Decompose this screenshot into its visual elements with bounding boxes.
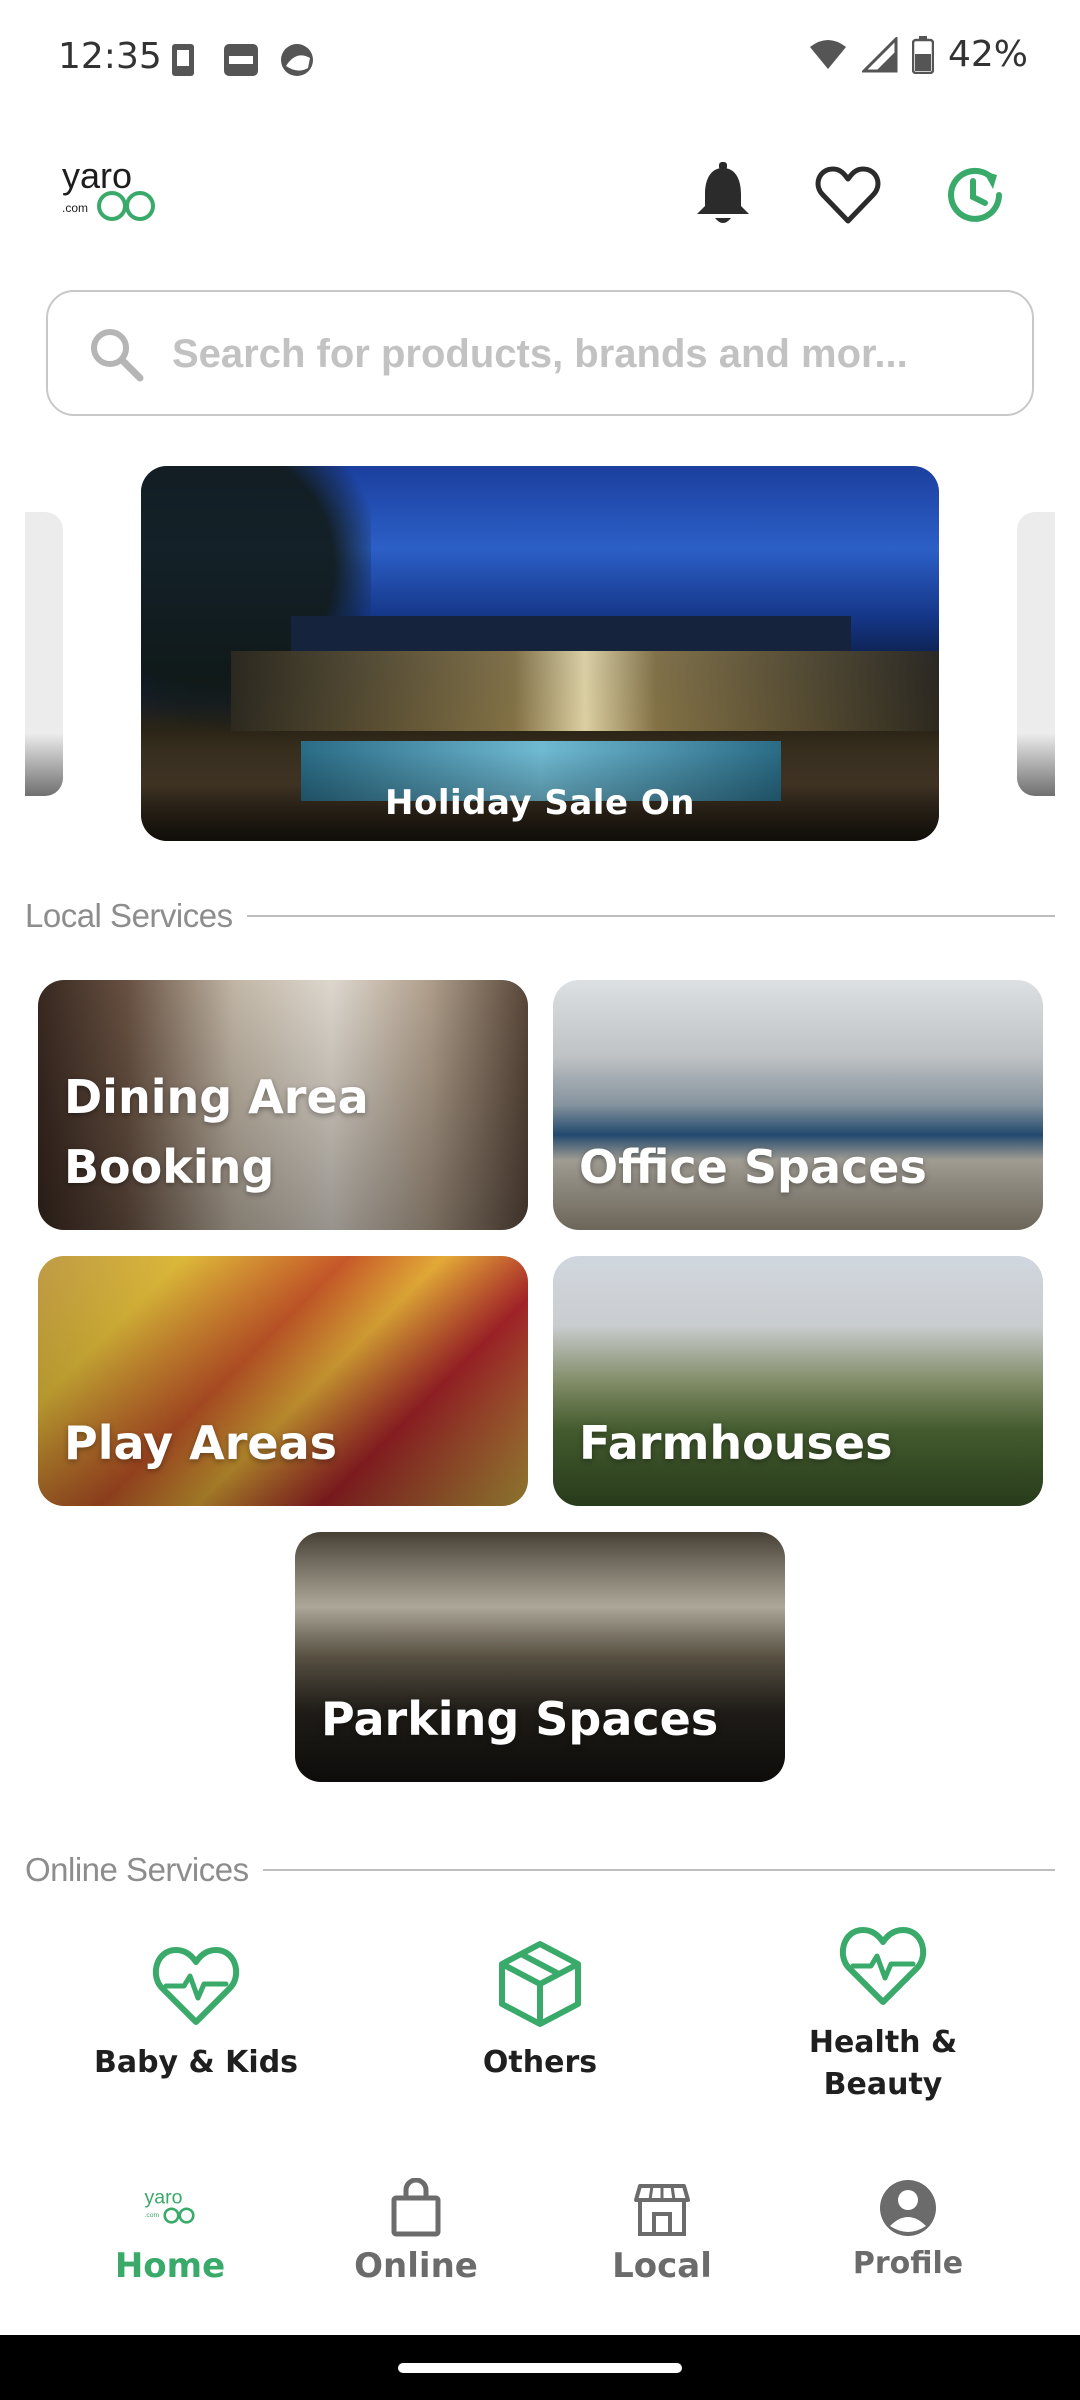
package-icon	[499, 1941, 581, 2027]
online-item-others[interactable]: Others	[390, 1936, 690, 2084]
photos-icon	[281, 44, 313, 76]
online-item-label: Health & Beauty	[808, 2025, 958, 2102]
online-item-label: Others	[482, 2045, 598, 2080]
banner-caption: Holiday Sale On	[385, 783, 695, 823]
online-services-title: Online Services	[25, 1851, 249, 1888]
banner-building	[231, 651, 939, 731]
service-card-parking[interactable]: Parking Spaces	[295, 1532, 785, 1782]
battery-icon	[911, 35, 934, 74]
nav-home[interactable]: yaro .com Home	[70, 2178, 270, 2287]
service-card-office[interactable]: Office Spaces	[553, 980, 1043, 1230]
nav-local-label: Local	[612, 2246, 712, 2286]
local-services-header: Local Services	[25, 894, 1055, 938]
service-card-label: Office Spaces	[579, 1140, 927, 1194]
banner-prev-peek[interactable]	[25, 512, 63, 796]
status-time: 12:35	[58, 36, 162, 77]
wifi-icon	[809, 39, 846, 69]
bottom-navigation: yaro .com Home Online Local Profile	[0, 2150, 1080, 2335]
app-header: yaro .com	[0, 140, 1080, 250]
search-bar[interactable]	[46, 290, 1034, 416]
history-icon[interactable]	[940, 160, 1010, 230]
service-card-play-areas[interactable]: Play Areas	[38, 1256, 528, 1506]
heart-icon[interactable]	[813, 160, 883, 230]
section-divider	[246, 915, 1055, 917]
service-card-dining[interactable]: Dining Area Booking	[38, 980, 528, 1230]
promo-banner[interactable]: Holiday Sale On	[141, 466, 939, 841]
home-gesture-pill[interactable]	[398, 2363, 682, 2373]
nav-profile-label: Profile	[852, 2246, 964, 2281]
store-icon	[634, 2184, 690, 2236]
local-services-title: Local Services	[25, 897, 233, 934]
bell-icon[interactable]	[688, 160, 758, 230]
online-item-health-beauty[interactable]: Health & Beauty	[733, 1916, 1033, 2106]
nav-profile[interactable]: Profile	[808, 2178, 1008, 2281]
sim-card-icon	[172, 44, 194, 76]
paytm-icon	[224, 44, 258, 76]
service-card-farmhouses[interactable]: Farmhouses	[553, 1256, 1043, 1506]
nav-online-label: Online	[354, 2246, 478, 2286]
battery-percent: 42%	[947, 34, 1028, 75]
online-services-header: Online Services	[25, 1848, 1055, 1892]
nav-online[interactable]: Online	[316, 2178, 516, 2286]
yaro-logo[interactable]: yaro .com	[60, 154, 170, 234]
heart-pulse-icon	[152, 1947, 240, 2025]
shopping-bag-icon	[391, 2178, 441, 2237]
heart-pulse-icon	[839, 1927, 927, 2005]
search-icon	[91, 329, 144, 382]
banner-roof	[291, 616, 851, 656]
status-right-group: 42%	[808, 34, 1028, 75]
online-item-baby-kids[interactable]: Baby & Kids	[46, 1936, 346, 2084]
svg-text:.com: .com	[145, 2212, 160, 2219]
service-card-label: Play Areas	[64, 1416, 338, 1470]
status-bar: 12:35 42%	[0, 0, 1080, 118]
service-card-label: Parking Spaces	[321, 1692, 719, 1746]
nav-local[interactable]: Local	[562, 2178, 762, 2286]
signal-icon	[861, 36, 898, 72]
service-card-label: Farmhouses	[579, 1416, 893, 1470]
online-item-label: Baby & Kids	[93, 2045, 299, 2080]
svg-text:.com: .com	[62, 201, 88, 215]
search-input[interactable]	[172, 320, 992, 388]
service-card-label: Dining Area Booking	[64, 1070, 369, 1194]
nav-home-label: Home	[114, 2246, 226, 2286]
system-gesture-bar	[0, 2335, 1080, 2400]
profile-icon	[880, 2180, 936, 2236]
svg-text:yaro: yaro	[62, 155, 132, 196]
section-divider	[262, 1869, 1055, 1871]
yaro-logo-icon: yaro .com	[145, 2187, 195, 2224]
banner-next-peek[interactable]	[1017, 512, 1055, 796]
svg-text:yaro: yaro	[145, 2187, 183, 2209]
